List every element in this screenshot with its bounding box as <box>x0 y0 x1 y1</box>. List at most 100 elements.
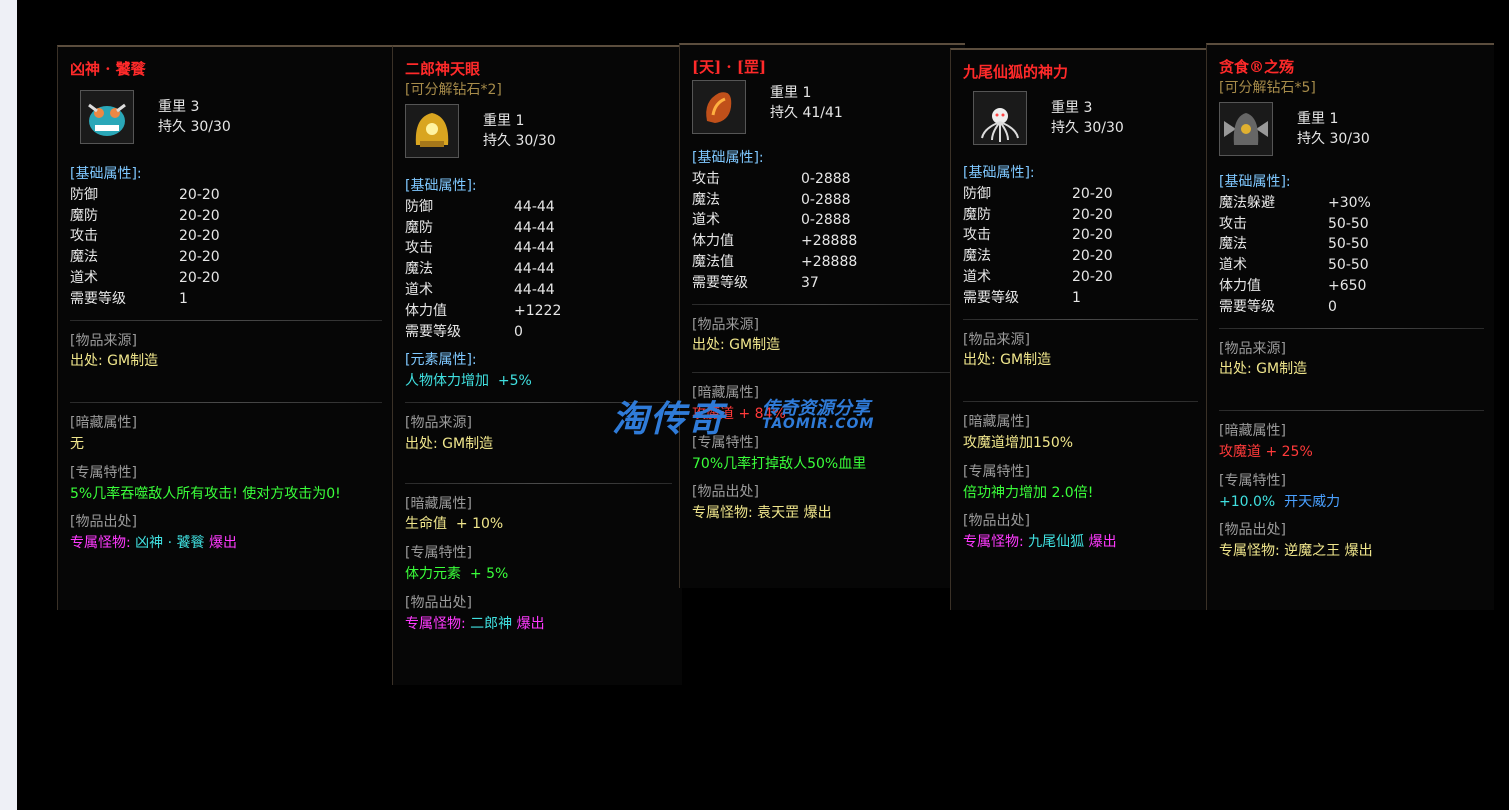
special-header: [专属特性] <box>1219 472 1286 489</box>
source-text: 出处: GM制造 <box>692 337 781 354</box>
stat-value: 44-44 <box>514 219 555 236</box>
weight-value: 1 <box>802 85 812 101</box>
stat-name: 攻击 <box>405 240 433 257</box>
stat-value: 0-2888 <box>801 212 851 229</box>
stat-row: 需要等级 0 <box>1219 297 1494 318</box>
site-watermark: 淘传奇 传奇资源分享 TAOMIR.COM <box>612 390 912 440</box>
stat-name: 防御 <box>70 186 98 203</box>
stat-name: 需要等级 <box>405 323 461 340</box>
stat-row: 魔法 44-44 <box>405 259 682 280</box>
divider <box>1219 410 1484 412</box>
drop-header: [物品出处] <box>1219 522 1286 539</box>
stat-row: 需要等级 0 <box>405 322 682 343</box>
stat-value: 0-2888 <box>801 191 851 208</box>
stat-row: 道术 50-50 <box>1219 255 1494 276</box>
winged-helmet-icon[interactable] <box>1219 102 1273 156</box>
stat-row: 体力值 +28888 <box>692 231 965 252</box>
stat-row: 需要等级 1 <box>963 288 1208 309</box>
drop-text: 专属怪物: 凶神 · 饕餮 爆出 <box>70 535 237 552</box>
weight-value: 3 <box>190 99 200 115</box>
stat-name: 魔防 <box>405 219 433 236</box>
stat-name: 体力值 <box>692 233 734 250</box>
ninetail-fox-icon[interactable] <box>973 91 1027 145</box>
stat-name: 魔法 <box>405 261 433 278</box>
item-card-ninetail-fox: 九尾仙狐的神力 重里 3 持久 30/30 [基础属性]: 防御 20-20 魔防 2… <box>950 48 1208 610</box>
special-text: +10.0% 开天威力 <box>1219 493 1341 510</box>
durability-label: 持久 <box>1297 131 1325 147</box>
special-text: 70%几率打掉敌人50%血里 <box>692 455 867 472</box>
stat-name: 体力值 <box>405 302 447 319</box>
game-tooltip-stage: 凶神 · 饕餮 重里 3 持久 30/30 [基础属性]: 防御 20-20 魔防 2… <box>17 0 1509 810</box>
stat-value: +30% <box>1328 194 1371 211</box>
stat-value: 50-50 <box>1328 236 1369 253</box>
stat-name: 魔法 <box>963 248 991 265</box>
durability-value: 30/30 <box>1083 120 1124 136</box>
drop-text: 专属怪物: 九尾仙狐 爆出 <box>963 534 1117 551</box>
drop-header: [物品出处] <box>963 513 1030 530</box>
element-attr-text: 人物体力增加 +5% <box>405 373 532 390</box>
drop-text: 专属怪物: 逆魔之王 爆出 <box>1219 543 1373 560</box>
stat-name: 攻击 <box>1219 215 1247 232</box>
stat-row: 需要等级 37 <box>692 273 965 294</box>
taotie-beast-icon[interactable] <box>80 90 134 144</box>
weight-value: 1 <box>1329 111 1339 127</box>
stat-name: 防御 <box>963 185 991 202</box>
base-attr-header: [基础属性]: <box>70 166 142 182</box>
durability-label: 持久 <box>770 105 798 121</box>
base-attr-header: [基础属性]: <box>692 150 764 166</box>
stat-value: 44-44 <box>514 261 555 278</box>
drop-text: 专属怪物: 袁天罡 爆出 <box>692 505 832 522</box>
flame-glove-icon[interactable] <box>692 80 746 134</box>
stat-value: 20-20 <box>1072 206 1113 223</box>
stat-name: 攻击 <box>70 228 98 245</box>
source-text: 出处: GM制造 <box>1219 361 1308 378</box>
stat-name: 魔防 <box>963 206 991 223</box>
stat-value: 50-50 <box>1328 215 1369 232</box>
stat-row: 体力值 +650 <box>1219 276 1494 297</box>
stat-value: 20-20 <box>179 228 220 245</box>
stat-name: 道术 <box>963 268 991 285</box>
source-header: [物品来源] <box>963 331 1030 348</box>
item-title: 凶神 · 饕餮 <box>70 60 146 78</box>
stat-value: 1 <box>179 290 188 307</box>
stat-row: 攻击 50-50 <box>1219 214 1494 235</box>
item-card-gluttony: 贪食®之殇 [可分解钻石*5] 重里 1 持久 30/30 [基础属性]: 魔法… <box>1206 43 1494 610</box>
hidden-attr-header: [暗藏属性] <box>405 495 472 512</box>
stat-row: 魔法 0-2888 <box>692 190 965 211</box>
stat-name: 需要等级 <box>70 290 126 307</box>
stat-name: 体力值 <box>1219 277 1261 294</box>
stat-value: 20-20 <box>1072 248 1113 265</box>
stat-name: 道术 <box>405 281 433 298</box>
hidden-attr-text: 攻魔道 + 25% <box>1219 443 1313 460</box>
golden-helmet-icon[interactable] <box>405 104 459 158</box>
hidden-attr-header: [暗藏属性] <box>963 414 1030 431</box>
item-title: 贪食®之殇 <box>1219 58 1295 76</box>
durability-label: 持久 <box>1051 120 1079 136</box>
stat-row: 魔法 50-50 <box>1219 234 1494 255</box>
stat-row: 防御 20-20 <box>963 184 1208 205</box>
stat-row: 道术 20-20 <box>963 267 1208 288</box>
stat-name: 需要等级 <box>1219 298 1275 315</box>
stat-value: 20-20 <box>179 186 220 203</box>
divider <box>70 319 382 321</box>
special-text: 体力元素 + 5% <box>405 565 509 582</box>
stat-row: 防御 20-20 <box>70 185 392 206</box>
divider <box>963 401 1198 403</box>
durability-value: 30/30 <box>190 119 231 135</box>
stat-name: 防御 <box>405 198 433 215</box>
special-text: 5%几率吞噬敌人所有攻击! 使对方攻击为0! <box>70 485 341 502</box>
stat-name: 攻击 <box>963 227 991 244</box>
durability-value: 41/41 <box>802 105 843 121</box>
watermark-main: 淘传奇 <box>612 399 727 440</box>
stat-row: 道术 0-2888 <box>692 210 965 231</box>
stat-value: 1 <box>1072 289 1081 306</box>
stat-name: 道术 <box>1219 257 1247 274</box>
stat-name: 攻击 <box>692 170 720 187</box>
source-text: 出处: GM制造 <box>70 353 159 370</box>
stat-row: 体力值 +1222 <box>405 301 682 322</box>
stat-row: 道术 20-20 <box>70 268 392 289</box>
hidden-attr-text: 无 <box>70 435 84 452</box>
special-header: [专属特性] <box>70 464 137 481</box>
hidden-attr-header: [暗藏属性] <box>70 415 137 432</box>
item-title: 二郎神天眼 <box>405 60 481 78</box>
